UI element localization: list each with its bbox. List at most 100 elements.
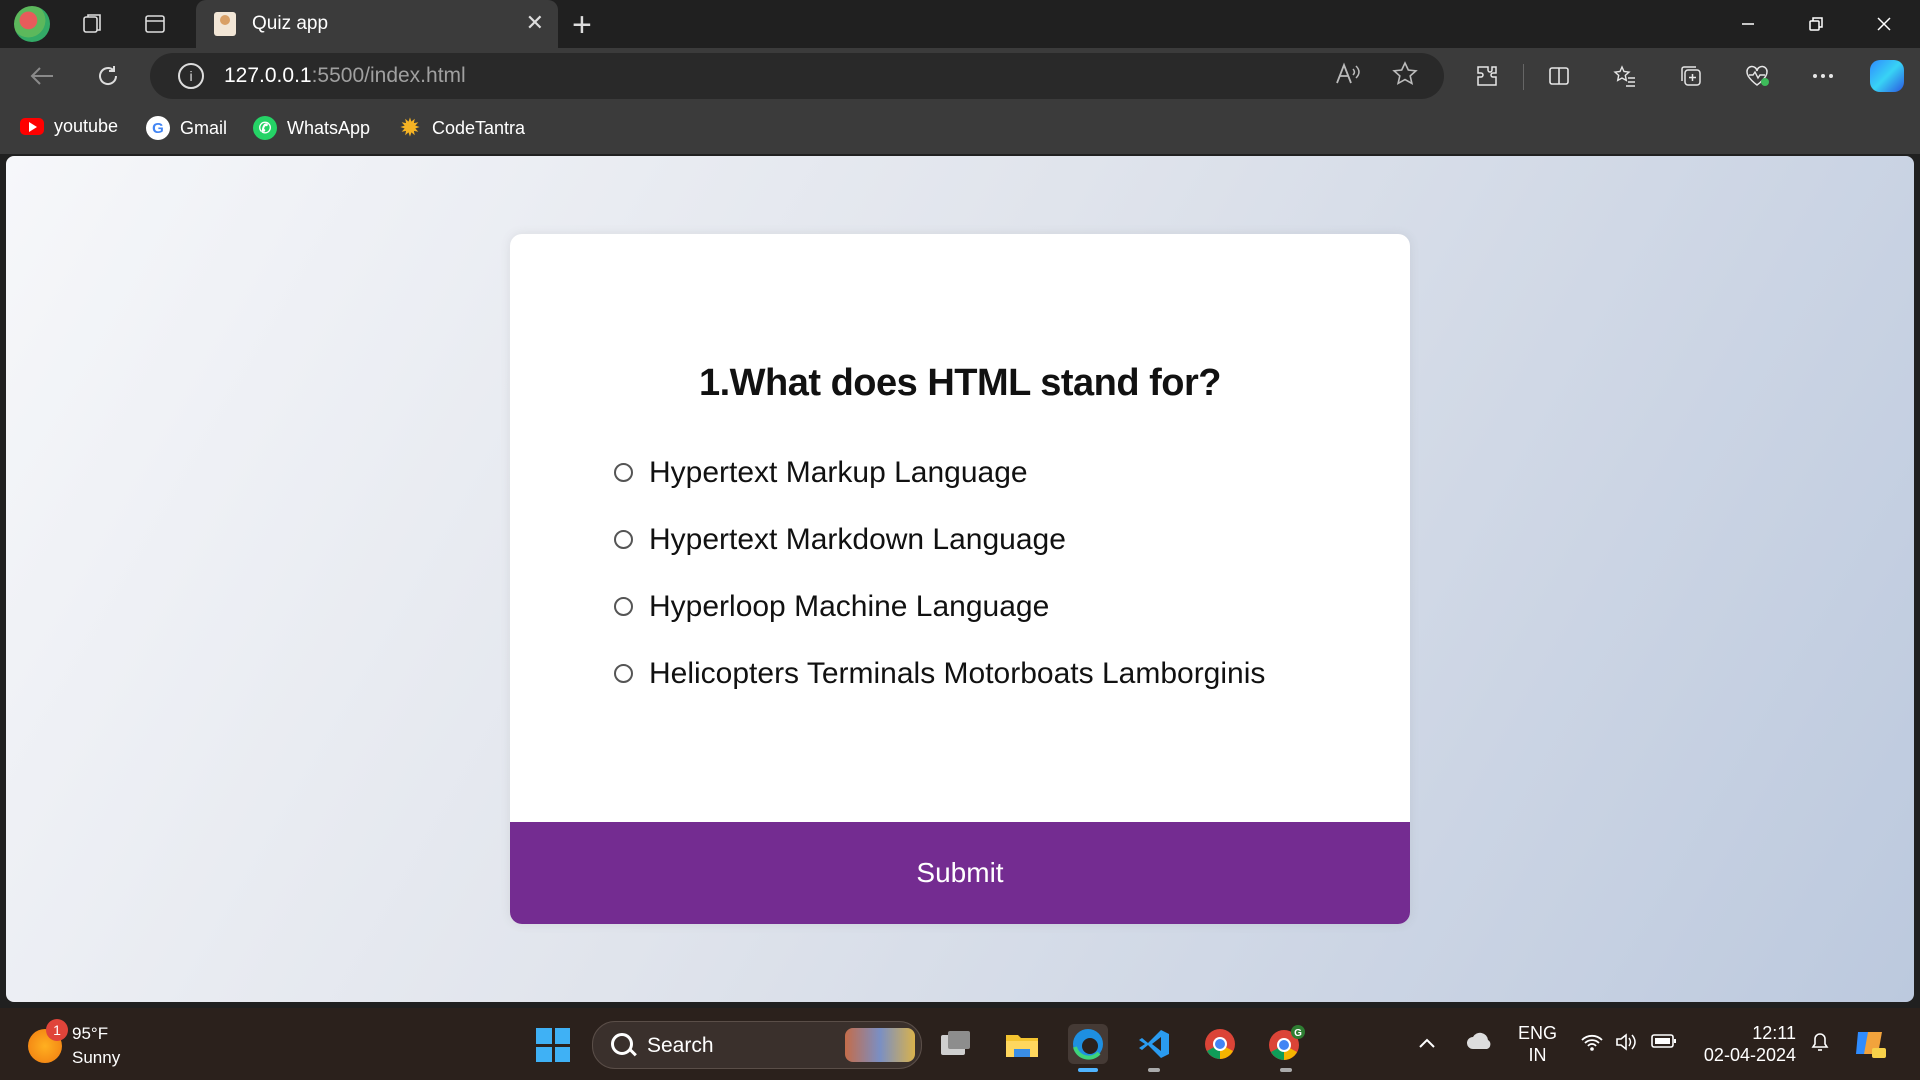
favorites-list-icon bbox=[1613, 65, 1635, 87]
browser-essentials-button[interactable] bbox=[1740, 60, 1774, 92]
windows-start-icon[interactable] bbox=[536, 1028, 570, 1062]
search-highlight-image bbox=[845, 1028, 915, 1062]
region-code: IN bbox=[1528, 1045, 1547, 1065]
answer-radio[interactable] bbox=[614, 664, 633, 683]
toolbar-divider bbox=[1523, 64, 1524, 90]
quiz-question: 1.What does HTML stand for? bbox=[698, 362, 1222, 404]
clock[interactable]: 12:11 02-04-2024 bbox=[1700, 1022, 1796, 1066]
bookmark-label: Gmail bbox=[180, 117, 228, 138]
tab-close-icon[interactable]: ✕ bbox=[526, 10, 544, 36]
codetantra-icon: ✹ bbox=[400, 115, 420, 140]
page-viewport: 1.What does HTML stand for? Hypertext Ma… bbox=[6, 156, 1914, 1002]
refresh-icon bbox=[99, 66, 118, 85]
language-indicator[interactable]: ENG IN bbox=[1518, 1022, 1557, 1066]
read-aloud-icon[interactable] bbox=[1334, 61, 1362, 94]
profile-button[interactable] bbox=[12, 6, 52, 42]
minimize-button[interactable] bbox=[1718, 6, 1778, 42]
whatsapp-icon: ✆ bbox=[253, 116, 277, 140]
windows-taskbar: 1 95°F Sunny Search G ENG IN 12:11 02-04… bbox=[0, 1008, 1920, 1080]
chrome-icon[interactable] bbox=[1200, 1024, 1240, 1064]
file-explorer-icon[interactable] bbox=[1002, 1024, 1042, 1064]
puzzle-icon bbox=[1477, 66, 1497, 86]
search-icon bbox=[611, 1033, 633, 1055]
browser-toolbar: i 127.0.0.1:5500/index.html bbox=[0, 48, 1920, 104]
task-view-icon[interactable] bbox=[936, 1024, 976, 1064]
edge-taskbar-icon[interactable] bbox=[1068, 1024, 1108, 1072]
onedrive-cloud-icon[interactable] bbox=[1466, 1032, 1494, 1055]
favorites-button[interactable] bbox=[1608, 60, 1642, 92]
submit-button[interactable]: Submit bbox=[510, 822, 1410, 924]
close-window-button[interactable] bbox=[1854, 6, 1914, 42]
back-arrow-icon bbox=[30, 67, 53, 85]
weather-description: Sunny bbox=[72, 1048, 121, 1067]
tab-actions-button[interactable] bbox=[135, 8, 175, 40]
svg-text:G: G bbox=[1294, 1028, 1302, 1039]
back-button[interactable] bbox=[22, 58, 62, 94]
extensions-button[interactable] bbox=[1470, 60, 1504, 92]
workspaces-button[interactable] bbox=[72, 8, 112, 40]
volume-icon[interactable] bbox=[1614, 1032, 1638, 1057]
answer-radio[interactable] bbox=[614, 597, 633, 616]
bookmark-label: youtube bbox=[54, 116, 119, 136]
sunny-weather-icon: 1 bbox=[28, 1019, 68, 1063]
bookmark-label: CodeTantra bbox=[432, 117, 526, 138]
restore-button[interactable] bbox=[1786, 6, 1846, 42]
search-label: Search bbox=[647, 1034, 714, 1057]
chrome-profile-icon[interactable]: G bbox=[1266, 1024, 1306, 1072]
url-host: 127.0.0.1 bbox=[224, 64, 312, 87]
wifi-icon[interactable] bbox=[1580, 1032, 1604, 1057]
favorite-star-icon[interactable] bbox=[1392, 61, 1418, 94]
restore-icon bbox=[1809, 17, 1823, 31]
weather-widget[interactable]: 1 95°F Sunny bbox=[28, 1019, 121, 1070]
clock-time: 12:11 bbox=[1752, 1023, 1796, 1043]
answer-radio[interactable] bbox=[614, 463, 633, 482]
copilot-icon[interactable] bbox=[1870, 60, 1904, 92]
site-info-icon[interactable]: i bbox=[178, 63, 204, 89]
taskbar-search[interactable]: Search bbox=[592, 1021, 922, 1069]
answer-label[interactable]: Hypertext Markdown Language bbox=[649, 523, 1066, 557]
new-tab-button[interactable]: + bbox=[572, 6, 592, 45]
split-screen-button[interactable] bbox=[1542, 60, 1576, 92]
bookmarks-bar: youtube G Gmail ✆ WhatsApp ✹ CodeTantra bbox=[0, 104, 1920, 154]
answer-label[interactable]: Hypertext Markup Language bbox=[649, 456, 1028, 490]
answer-option[interactable]: Helicopters Terminals Motorboats Lamborg… bbox=[614, 657, 1265, 724]
copilot-taskbar-icon[interactable] bbox=[1852, 1026, 1888, 1065]
bookmark-whatsapp[interactable]: ✆ WhatsApp bbox=[253, 116, 370, 140]
bookmark-gmail[interactable]: G Gmail bbox=[146, 116, 227, 140]
refresh-button[interactable] bbox=[88, 58, 128, 94]
show-hidden-icons-chevron-icon[interactable] bbox=[1418, 1032, 1436, 1054]
youtube-icon bbox=[20, 118, 44, 135]
tab-quiz-app[interactable]: Quiz app ✕ bbox=[196, 0, 558, 48]
heart-pulse-icon bbox=[1746, 65, 1769, 86]
more-options-button[interactable] bbox=[1806, 60, 1840, 92]
google-icon: G bbox=[146, 116, 170, 140]
url-path: :5500/index.html bbox=[311, 64, 466, 87]
vertical-tabs-icon bbox=[145, 15, 165, 33]
clock-date: 02-04-2024 bbox=[1703, 1045, 1796, 1065]
collections-button[interactable] bbox=[1674, 60, 1708, 92]
bookmark-codetantra[interactable]: ✹ CodeTantra bbox=[398, 115, 526, 140]
vscode-icon[interactable] bbox=[1134, 1024, 1174, 1072]
address-bar[interactable]: i 127.0.0.1:5500/index.html bbox=[150, 53, 1444, 99]
answer-label[interactable]: Hyperloop Machine Language bbox=[649, 590, 1049, 624]
language-code: ENG bbox=[1518, 1023, 1558, 1043]
bookmark-youtube[interactable]: youtube bbox=[20, 116, 118, 137]
quiz-card: 1.What does HTML stand for? Hypertext Ma… bbox=[510, 234, 1410, 924]
workspaces-icon bbox=[83, 14, 101, 33]
bookmark-label: WhatsApp bbox=[287, 117, 371, 138]
answer-option[interactable]: Hypertext Markup Language bbox=[614, 456, 1265, 523]
battery-icon[interactable] bbox=[1650, 1032, 1678, 1055]
answer-option[interactable]: Hyperloop Machine Language bbox=[614, 590, 1265, 657]
answer-radio[interactable] bbox=[614, 530, 633, 549]
answer-label[interactable]: Helicopters Terminals Motorboats Lamborg… bbox=[649, 657, 1265, 691]
split-screen-icon bbox=[1549, 67, 1569, 85]
answer-list: Hypertext Markup Language Hypertext Mark… bbox=[614, 456, 1265, 724]
answer-option[interactable]: Hypertext Markdown Language bbox=[614, 523, 1265, 590]
url-text[interactable]: 127.0.0.1:5500/index.html bbox=[224, 64, 466, 88]
tab-favicon-icon bbox=[214, 12, 236, 36]
notifications-bell-icon[interactable] bbox=[1808, 1030, 1832, 1059]
profile-avatar bbox=[14, 6, 50, 42]
minimize-icon bbox=[1742, 23, 1754, 25]
close-icon bbox=[1877, 17, 1891, 31]
weather-temperature: 95°F bbox=[72, 1024, 109, 1043]
